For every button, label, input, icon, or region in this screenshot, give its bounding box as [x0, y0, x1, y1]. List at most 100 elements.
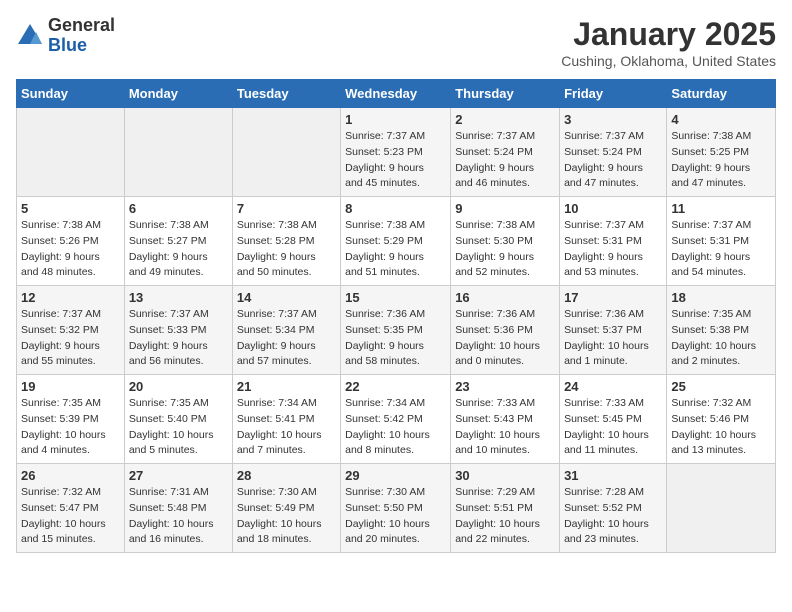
day-number: 1	[345, 112, 446, 127]
calendar-cell: 9Sunrise: 7:38 AM Sunset: 5:30 PM Daylig…	[451, 197, 560, 286]
day-number: 10	[564, 201, 662, 216]
weekday-header: Tuesday	[232, 80, 340, 108]
calendar-cell: 26 Sunrise: 7:32 AM Sunset: 5:47 PM Dayli…	[17, 464, 125, 553]
day-number: 6	[129, 201, 228, 216]
calendar-cell: 30 Sunrise: 7:29 AM Sunset: 5:51 PM Dayli…	[451, 464, 560, 553]
day-number: 15	[345, 290, 446, 305]
calendar-cell: 29 Sunrise: 7:30 AM Sunset: 5:50 PM Dayli…	[341, 464, 451, 553]
day-detail: Sunrise: 7:38 AM Sunset: 5:28 PM Dayligh…	[237, 218, 336, 281]
day-detail: Sunrise: 7:38 AM Sunset: 5:29 PM Dayligh…	[345, 218, 446, 281]
day-number: 29	[345, 468, 446, 483]
day-number: 28	[237, 468, 336, 483]
calendar-cell: 12 Sunrise: 7:37 AM Sunset: 5:32 PM Dayli…	[17, 286, 125, 375]
calendar-cell: 15 Sunrise: 7:36 AM Sunset: 5:35 PM Dayli…	[341, 286, 451, 375]
day-number: 31	[564, 468, 662, 483]
day-number: 22	[345, 379, 446, 394]
day-detail: Sunrise: 7:37 AM Sunset: 5:33 PM Dayligh…	[129, 307, 228, 370]
day-detail: Sunrise: 7:38 AM Sunset: 5:30 PM Dayligh…	[455, 218, 555, 281]
calendar-cell: 22Sunrise: 7:34 AM Sunset: 5:42 PM Dayli…	[341, 375, 451, 464]
day-detail: Sunrise: 7:30 AM Sunset: 5:50 PM Dayligh…	[345, 485, 446, 548]
calendar-cell: 6 Sunrise: 7:38 AM Sunset: 5:27 PM Daylig…	[124, 197, 232, 286]
day-number: 11	[671, 201, 771, 216]
day-number: 19	[21, 379, 120, 394]
day-detail: Sunrise: 7:35 AM Sunset: 5:38 PM Dayligh…	[671, 307, 771, 370]
day-detail: Sunrise: 7:37 AM Sunset: 5:31 PM Dayligh…	[671, 218, 771, 281]
logo-icon	[16, 22, 44, 50]
day-number: 2	[455, 112, 555, 127]
calendar-cell: 3Sunrise: 7:37 AM Sunset: 5:24 PM Daylig…	[560, 108, 667, 197]
day-number: 20	[129, 379, 228, 394]
calendar-cell: 5Sunrise: 7:38 AM Sunset: 5:26 PM Daylig…	[17, 197, 125, 286]
calendar-table: SundayMondayTuesdayWednesdayThursdayFrid…	[16, 79, 776, 553]
day-number: 8	[345, 201, 446, 216]
day-number: 14	[237, 290, 336, 305]
weekday-header: Saturday	[667, 80, 776, 108]
calendar-cell: 13 Sunrise: 7:37 AM Sunset: 5:33 PM Dayli…	[124, 286, 232, 375]
page-header: General Blue January 2025 Cushing, Oklah…	[16, 16, 776, 69]
calendar-cell: 19 Sunrise: 7:35 AM Sunset: 5:39 PM Dayli…	[17, 375, 125, 464]
calendar-cell	[232, 108, 340, 197]
calendar-cell: 4 Sunrise: 7:38 AM Sunset: 5:25 PM Daylig…	[667, 108, 776, 197]
calendar-cell: 20 Sunrise: 7:35 AM Sunset: 5:40 PM Dayli…	[124, 375, 232, 464]
day-number: 13	[129, 290, 228, 305]
day-detail: Sunrise: 7:36 AM Sunset: 5:37 PM Dayligh…	[564, 307, 662, 370]
day-number: 26	[21, 468, 120, 483]
day-number: 23	[455, 379, 555, 394]
day-number: 7	[237, 201, 336, 216]
weekday-header: Sunday	[17, 80, 125, 108]
weekday-header: Wednesday	[341, 80, 451, 108]
day-detail: Sunrise: 7:38 AM Sunset: 5:25 PM Dayligh…	[671, 129, 771, 192]
logo-text: General Blue	[48, 16, 115, 56]
calendar-cell: 18 Sunrise: 7:35 AM Sunset: 5:38 PM Dayli…	[667, 286, 776, 375]
logo-blue: Blue	[48, 36, 115, 56]
day-number: 17	[564, 290, 662, 305]
calendar-cell: 23 Sunrise: 7:33 AM Sunset: 5:43 PM Dayli…	[451, 375, 560, 464]
title-block: January 2025 Cushing, Oklahoma, United S…	[561, 16, 776, 69]
month-title: January 2025	[561, 16, 776, 53]
day-detail: Sunrise: 7:36 AM Sunset: 5:35 PM Dayligh…	[345, 307, 446, 370]
weekday-header: Monday	[124, 80, 232, 108]
day-detail: Sunrise: 7:37 AM Sunset: 5:32 PM Dayligh…	[21, 307, 120, 370]
calendar-cell: 11 Sunrise: 7:37 AM Sunset: 5:31 PM Dayli…	[667, 197, 776, 286]
weekday-header-row: SundayMondayTuesdayWednesdayThursdayFrid…	[17, 80, 776, 108]
day-detail: Sunrise: 7:33 AM Sunset: 5:43 PM Dayligh…	[455, 396, 555, 459]
day-detail: Sunrise: 7:30 AM Sunset: 5:49 PM Dayligh…	[237, 485, 336, 548]
calendar-cell: 25Sunrise: 7:32 AM Sunset: 5:46 PM Dayli…	[667, 375, 776, 464]
calendar-cell: 27Sunrise: 7:31 AM Sunset: 5:48 PM Dayli…	[124, 464, 232, 553]
day-number: 21	[237, 379, 336, 394]
day-detail: Sunrise: 7:35 AM Sunset: 5:40 PM Dayligh…	[129, 396, 228, 459]
calendar-cell: 8 Sunrise: 7:38 AM Sunset: 5:29 PM Daylig…	[341, 197, 451, 286]
logo: General Blue	[16, 16, 115, 56]
calendar-week-row: 1Sunrise: 7:37 AM Sunset: 5:23 PM Daylig…	[17, 108, 776, 197]
logo-general: General	[48, 16, 115, 36]
calendar-cell: 10Sunrise: 7:37 AM Sunset: 5:31 PM Dayli…	[560, 197, 667, 286]
calendar-cell	[17, 108, 125, 197]
day-number: 30	[455, 468, 555, 483]
location: Cushing, Oklahoma, United States	[561, 53, 776, 69]
day-number: 12	[21, 290, 120, 305]
day-detail: Sunrise: 7:32 AM Sunset: 5:47 PM Dayligh…	[21, 485, 120, 548]
calendar-cell	[667, 464, 776, 553]
day-detail: Sunrise: 7:35 AM Sunset: 5:39 PM Dayligh…	[21, 396, 120, 459]
calendar-cell	[124, 108, 232, 197]
day-detail: Sunrise: 7:38 AM Sunset: 5:26 PM Dayligh…	[21, 218, 120, 281]
day-detail: Sunrise: 7:37 AM Sunset: 5:34 PM Dayligh…	[237, 307, 336, 370]
day-detail: Sunrise: 7:29 AM Sunset: 5:51 PM Dayligh…	[455, 485, 555, 548]
day-number: 4	[671, 112, 771, 127]
day-detail: Sunrise: 7:33 AM Sunset: 5:45 PM Dayligh…	[564, 396, 662, 459]
day-number: 18	[671, 290, 771, 305]
calendar-week-row: 19 Sunrise: 7:35 AM Sunset: 5:39 PM Dayli…	[17, 375, 776, 464]
day-detail: Sunrise: 7:38 AM Sunset: 5:27 PM Dayligh…	[129, 218, 228, 281]
calendar-cell: 2 Sunrise: 7:37 AM Sunset: 5:24 PM Daylig…	[451, 108, 560, 197]
calendar-week-row: 26 Sunrise: 7:32 AM Sunset: 5:47 PM Dayli…	[17, 464, 776, 553]
calendar-cell: 14 Sunrise: 7:37 AM Sunset: 5:34 PM Dayli…	[232, 286, 340, 375]
calendar-cell: 28 Sunrise: 7:30 AM Sunset: 5:49 PM Dayli…	[232, 464, 340, 553]
calendar-cell: 31Sunrise: 7:28 AM Sunset: 5:52 PM Dayli…	[560, 464, 667, 553]
day-number: 27	[129, 468, 228, 483]
calendar-week-row: 5Sunrise: 7:38 AM Sunset: 5:26 PM Daylig…	[17, 197, 776, 286]
calendar-cell: 1Sunrise: 7:37 AM Sunset: 5:23 PM Daylig…	[341, 108, 451, 197]
day-number: 24	[564, 379, 662, 394]
calendar-cell: 16Sunrise: 7:36 AM Sunset: 5:36 PM Dayli…	[451, 286, 560, 375]
day-detail: Sunrise: 7:37 AM Sunset: 5:24 PM Dayligh…	[455, 129, 555, 192]
day-detail: Sunrise: 7:34 AM Sunset: 5:41 PM Dayligh…	[237, 396, 336, 459]
